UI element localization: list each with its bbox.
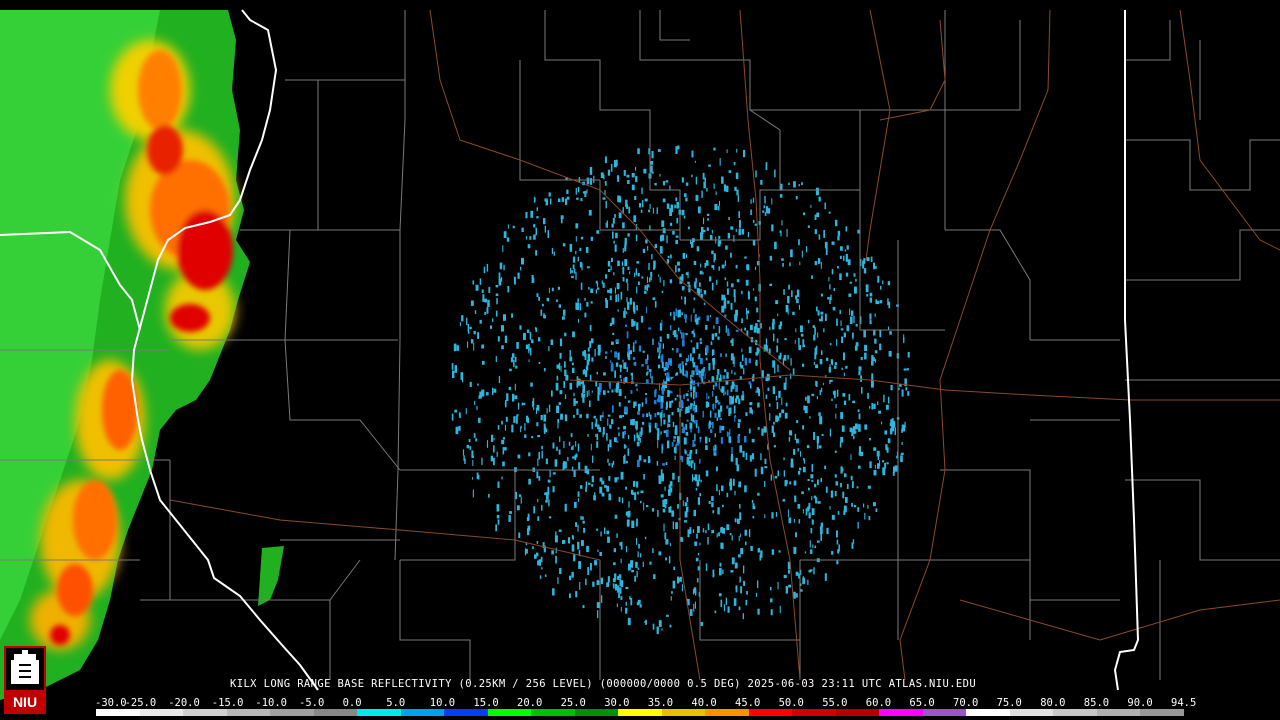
colorbar-segment [922,709,967,716]
colorbar-segment [96,709,140,716]
colorbar-segment [1140,709,1184,716]
colorbar-tick-label: 94.5 [1171,697,1197,709]
colorbar-tick-label: -25.0 [124,697,157,709]
colorbar-segment [531,709,575,716]
colorbar-segment [139,709,184,716]
colorbar-segment [879,709,923,716]
ground-clutter [451,145,910,635]
colorbar-tick-label: 80.0 [1040,697,1066,709]
colorbar-tick-label: 75.0 [996,697,1022,709]
colorbar-segment [226,709,271,716]
colorbar-tick-label: 60.0 [865,697,892,709]
colorbar-tick-label: -10.0 [255,697,287,709]
colorbar-segment [270,709,314,716]
colorbar-tick-label: 35.0 [647,697,674,709]
colorbar-segment [313,709,358,716]
colorbar-tick-label: 90.0 [1127,697,1153,709]
colorbar-segment [661,709,706,716]
colorbar-segment [574,709,619,716]
colorbar-tick-label: 15.0 [473,697,499,709]
colorbar-tick-label: -5.0 [299,697,325,709]
colorbar-segment [487,709,532,716]
colorbar-tick-label: -20.0 [168,697,200,709]
product-caption: KILX LONG RANGE BASE REFLECTIVITY (0.25K… [230,678,977,690]
colorbar-tick-label: 25.0 [560,697,586,709]
colorbar-tick-label: 20.0 [517,697,543,709]
colorbar-labels: -30.0 -25.0 -20.0 -15.0 -10.0 -5.0 0.0 5.0 10.0 1… [95,697,1197,709]
colorbar-tick-label: -15.0 [211,697,244,709]
colorbar-tick-label: 55.0 [822,697,848,709]
colorbar-tick-label: 85.0 [1083,697,1110,709]
colorbar-tick-label: -30.0 [95,697,127,709]
colorbar-tick-label: 45.0 [735,697,761,709]
colorbar-segment [748,709,793,716]
logo-text: NIU [13,694,37,710]
colorbar-tick-label: 65.0 [909,697,935,709]
colorbar-segment [618,709,662,716]
colorbar-tick-label: 50.0 [778,697,804,709]
colorbar-segment [792,709,836,716]
colorbar-segment [1096,709,1141,716]
colorbar [96,709,1184,716]
colorbar-segment [400,709,445,716]
colorbar-segment [705,709,749,716]
colorbar-segment [966,709,1010,716]
colorbar-tick-label: 40.0 [691,697,717,709]
colorbar-segment [835,709,880,716]
highways [169,9,1280,681]
colorbar-tick-label: 70.0 [953,697,979,709]
colorbar-segment [357,709,401,716]
radar-map: NIU [0,9,1280,714]
colorbar-segment [444,709,488,716]
colorbar-segment [1053,709,1097,716]
colorbar-segment [1009,709,1054,716]
colorbar-tick-label: 0.0 [342,697,362,709]
colorbar-tick-label: 10.0 [429,697,456,709]
colorbar-segment [183,709,227,716]
colorbar-tick-label: 30.0 [604,697,630,709]
niu-logo-icon: NIU [4,646,46,714]
colorbar-tick-label: 5.0 [386,697,406,709]
